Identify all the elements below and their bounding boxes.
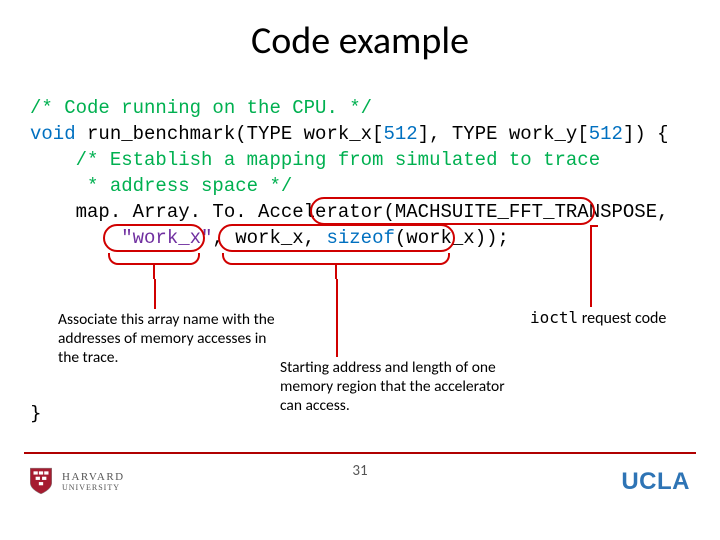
code-comment-3: * address space */ <box>30 175 292 197</box>
footer-harvard: HARVARD UNIVERSITY <box>28 466 125 496</box>
footer-ucla: UCLA <box>621 468 690 496</box>
slide-title: Code example <box>0 0 720 78</box>
annotation-ioctl: ioctl request code <box>530 308 666 328</box>
connector-assoc <box>154 279 156 309</box>
ioctl-rest: request code <box>578 309 666 328</box>
code-fn-sig-1: run_benchmark(TYPE work_x[ <box>76 123 384 145</box>
brace-stem-2 <box>335 265 337 279</box>
annotation-start-addr: Starting address and length of one memor… <box>280 358 510 415</box>
harvard-shield-icon <box>28 466 54 496</box>
harvard-label-2: UNIVERSITY <box>62 483 125 492</box>
brace-stem-1 <box>153 265 155 279</box>
harvard-label-1: HARVARD <box>62 471 125 483</box>
highlight-box-macro <box>310 197 595 225</box>
code-comment-2: /* Establish a mapping from simulated to… <box>30 149 600 171</box>
code-num-2: 512 <box>589 123 623 145</box>
annotation-associate: Associate this array name with the addre… <box>58 310 288 367</box>
connector-ioctl-v <box>590 225 592 307</box>
brace-under-string <box>108 253 200 265</box>
code-close-brace: } <box>30 402 41 424</box>
code-num-1: 512 <box>383 123 417 145</box>
footer-divider <box>24 452 696 454</box>
highlight-box-string <box>103 224 205 252</box>
highlight-box-args <box>218 224 455 252</box>
brace-under-args <box>222 253 450 265</box>
code-comment-1: /* Code running on the CPU. */ <box>30 97 372 119</box>
code-kw-void: void <box>30 123 76 145</box>
connector-start <box>336 279 338 357</box>
ioctl-mono: ioctl <box>530 308 578 327</box>
code-comma: , <box>657 201 668 223</box>
code-fn-sig-3: ]) { <box>623 123 669 145</box>
code-fn-sig-2: ], TYPE work_y[ <box>418 123 589 145</box>
